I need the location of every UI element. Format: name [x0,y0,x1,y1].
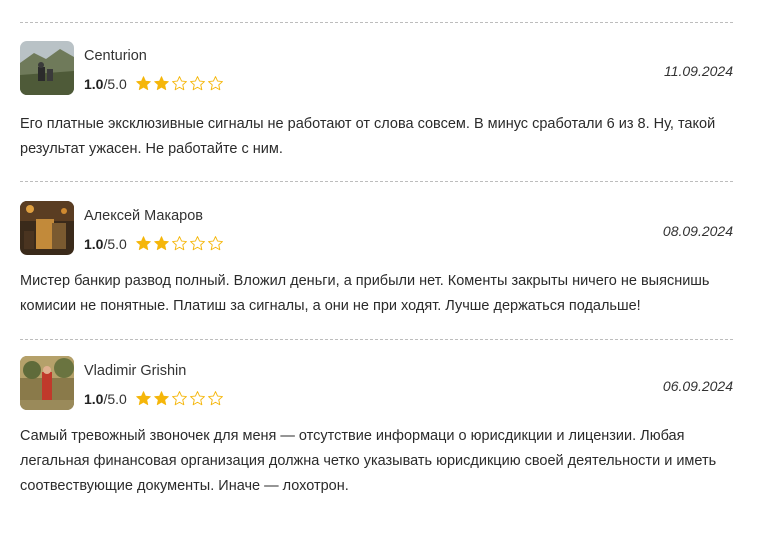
rating-value: 1.0 [84,75,104,92]
star-rating [135,390,224,407]
star-empty-icon [171,76,187,91]
review-text: Самый тревожный звоночек для меня — отсу… [20,428,717,494]
rating-value: 1.0 [84,390,104,407]
review-item: Vladimir Grishin 1.0 /5.0 06.09.2024 Сам… [20,340,733,499]
star-filled-icon [136,391,151,406]
review-date: 08.09.2024 [662,223,733,239]
star-filled-icon [136,236,151,251]
star-empty-icon [207,391,223,406]
review-date: 11.09.2024 [663,63,733,79]
avatar-image-icon [20,41,74,95]
star-empty-icon [189,391,205,406]
star-rating [135,235,224,252]
avatar[interactable] [20,201,74,255]
rating-max: /5.0 [103,75,127,92]
review-text: Его платные эксклюзивные сигналы не рабо… [20,116,716,157]
rating: 1.0 /5.0 [84,75,224,92]
star-empty-icon [207,236,223,251]
review-item: Алексей Макаров 1.0 /5.0 08.09.2024 Мист… [20,182,733,319]
avatar[interactable] [20,41,74,95]
star-filled-icon [154,391,169,406]
author-name: Алексей Макаров [84,208,204,224]
review-text: Мистер банкир развод полный. Вложил день… [20,273,710,314]
star-empty-icon [171,391,187,406]
reviews-list: Centurion 1.0 /5.0 11.09.2024 Его платны… [20,0,733,499]
star-filled-icon [154,236,169,251]
rating-max: /5.0 [103,390,127,407]
rating: 1.0 /5.0 [84,390,224,407]
star-empty-icon [207,76,223,91]
review-item: Centurion 1.0 /5.0 11.09.2024 Его платны… [20,23,733,162]
review-header: Centurion 1.0 /5.0 11.09.2024 [20,41,733,101]
star-filled-icon [154,76,169,91]
star-rating [135,75,224,92]
star-filled-icon [136,76,151,91]
avatar-image-icon [20,356,74,410]
author-name: Centurion [84,48,147,64]
avatar[interactable] [20,356,74,410]
review-header: Vladimir Grishin 1.0 /5.0 06.09.2024 [20,356,733,416]
author-name: Vladimir Grishin [84,363,187,379]
rating-value: 1.0 [84,235,104,252]
rating-max: /5.0 [103,235,127,252]
review-header: Алексей Макаров 1.0 /5.0 08.09.2024 [20,201,733,261]
avatar-image-icon [20,201,74,255]
star-empty-icon [171,236,187,251]
rating: 1.0 /5.0 [84,235,224,252]
star-empty-icon [189,76,205,91]
review-date: 06.09.2024 [662,378,733,394]
star-empty-icon [189,236,205,251]
